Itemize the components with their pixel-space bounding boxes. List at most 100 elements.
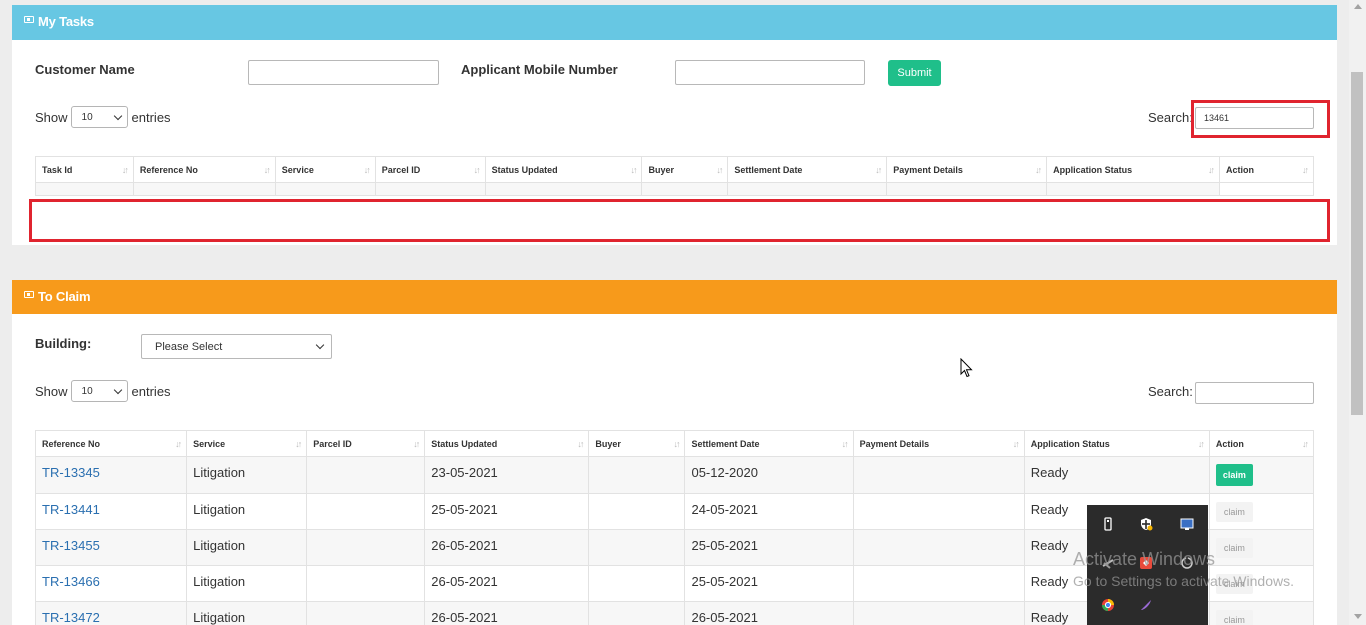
sort-icon: ↓↑ [630,165,637,175]
column-header[interactable]: Task Id ↓↑ [35,156,134,183]
column-header[interactable]: Buyer ↓↑ [588,430,686,457]
status-updated-cell: 23-05-2021 [424,456,590,494]
activate-windows-subtitle: Go to Settings to activate Windows. [1073,573,1294,589]
empty-table-row [35,182,1314,196]
column-header[interactable]: Payment Details ↓↑ [886,156,1048,183]
mobile-number-input[interactable] [675,60,865,85]
service-cell: Litigation [186,493,308,530]
to-claim-header: To Claim [12,280,1337,314]
claim-button[interactable]: claim [1215,464,1253,486]
reference-cell[interactable]: TR-13345 [34,456,188,494]
show-label: Show [35,383,68,399]
sort-icon: ↓↑ [363,165,371,175]
vertical-scrollbar[interactable] [1349,0,1366,625]
reference-cell[interactable]: TR-13466 [34,565,188,602]
customer-name-input[interactable] [248,60,439,85]
reference-link[interactable]: TR-13466 [42,574,100,589]
sort-icon: ↓↑ [716,165,723,175]
sort-icon: ↓↑ [1035,165,1042,175]
reference-link[interactable]: TR-13455 [42,538,100,553]
column-header[interactable]: Settlement Date ↓↑ [684,430,854,457]
scroll-up-icon[interactable] [1354,4,1362,9]
payment-details-cell [852,565,1025,602]
column-header[interactable]: Service ↓↑ [186,430,308,457]
status-updated-cell: 26-05-2021 [424,565,590,602]
column-header[interactable]: Action ↓↑ [1219,156,1314,183]
my-tasks-title: My Tasks [38,14,94,29]
scrollbar-thumb[interactable] [1351,72,1363,415]
service-cell: Litigation [186,529,308,566]
panel-icon [24,16,34,23]
column-header[interactable]: Parcel ID ↓↑ [374,156,486,183]
column-header[interactable]: Application Status ↓↑ [1046,156,1221,183]
column-header[interactable]: Payment Details ↓↑ [852,430,1025,457]
sort-icon: ↓↑ [295,439,302,449]
action-cell: claim [1208,601,1315,625]
settlement-date-cell: 05-12-2020 [684,456,854,494]
reference-cell[interactable]: TR-13455 [34,529,188,566]
my-tasks-table: Task Id ↓↑ Reference No ↓↑ Service ↓↑ Parce… [35,156,1314,196]
payment-details-cell [852,529,1025,566]
entries-value: 10 [81,111,93,123]
buyer-cell [588,529,686,566]
column-header[interactable]: Status Updated ↓↑ [424,430,590,457]
reference-link[interactable]: TR-13472 [42,610,100,625]
column-header[interactable]: Action ↓↑ [1208,430,1315,457]
building-select[interactable]: Please Select [141,334,332,359]
action-cell: claim [1208,493,1315,530]
sort-icon: ↓↑ [121,165,129,175]
sort-icon: ↓↑ [473,165,481,175]
table-header-row: Task Id ↓↑ Reference No ↓↑ Service ↓↑ Parce… [35,156,1314,183]
sort-icon: ↓↑ [577,439,584,449]
security-shield-icon[interactable] [1139,517,1153,531]
parcel-cell [306,565,426,602]
column-header[interactable]: Service ↓↑ [274,156,376,183]
sort-icon: ↓↑ [673,439,680,449]
usb-drive-icon[interactable] [1101,517,1115,531]
browser-icon[interactable] [1101,598,1115,612]
reference-cell[interactable]: TR-13441 [34,493,188,530]
column-header[interactable]: Application Status ↓↑ [1023,430,1210,457]
reference-link[interactable]: TR-13345 [42,465,100,480]
entries-select[interactable]: 10 [70,106,128,128]
my-tasks-header: My Tasks [12,5,1337,40]
submit-button[interactable]: Submit [888,60,941,86]
parcel-cell [306,529,426,566]
reference-cell[interactable]: TR-13472 [34,601,188,625]
parcel-cell [306,493,426,530]
entries-label: entries [131,109,171,125]
column-header[interactable]: Reference No ↓↑ [34,430,188,457]
settlement-date-cell: 24-05-2021 [684,493,854,530]
payment-details-cell [852,601,1025,625]
claim-button[interactable]: claim [1215,610,1253,625]
column-header[interactable]: Buyer ↓↑ [641,156,729,183]
table-header-row: Reference No ↓↑ Service ↓↑ Parcel ID ↓↑ Sta… [34,430,1315,457]
building-label: Building: [35,336,92,351]
service-cell: Litigation [186,565,308,602]
show-entries-control: Show 10 entries [35,106,171,128]
claim-button[interactable]: claim [1215,502,1253,522]
settlement-date-cell: 25-05-2021 [684,565,854,602]
column-header[interactable]: Settlement Date ↓↑ [727,156,888,183]
scroll-down-icon[interactable] [1354,614,1362,619]
panel-icon [24,291,34,298]
parcel-cell [306,456,426,494]
column-header[interactable]: Reference No ↓↑ [132,156,276,183]
entries-select[interactable]: 10 [70,380,128,402]
display-icon[interactable] [1180,517,1194,531]
reference-link[interactable]: TR-13441 [42,502,100,517]
status-updated-cell: 25-05-2021 [424,493,590,530]
action-cell: claim [1208,456,1315,494]
search-input[interactable] [1195,382,1314,404]
feather-icon[interactable] [1139,598,1153,612]
column-header[interactable]: Parcel ID ↓↑ [306,430,426,457]
search-highlight-box [1191,100,1330,138]
column-header[interactable]: Status Updated ↓↑ [484,156,643,183]
action-cell: claim [1208,529,1315,566]
table-row: TR-13345 Litigation 23-05-2021 05-12-202… [34,456,1315,494]
buyer-cell [588,565,686,602]
sort-icon: ↓↑ [1197,439,1205,449]
payment-details-cell [852,456,1025,494]
settlement-date-cell: 25-05-2021 [684,529,854,566]
claim-button[interactable]: claim [1215,538,1253,558]
